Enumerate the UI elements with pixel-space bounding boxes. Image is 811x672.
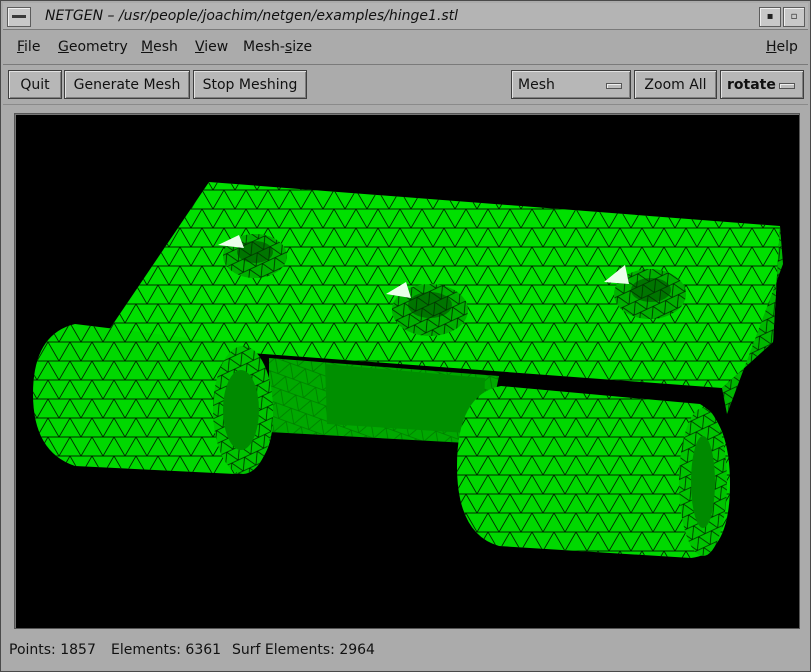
maximize-button[interactable]: ▫ — [783, 7, 805, 27]
view-select-value: Mesh — [518, 77, 555, 93]
left-knuckle — [33, 324, 273, 474]
menu-mesh[interactable]: Mesh — [141, 39, 178, 55]
generate-mesh-button[interactable]: Generate Mesh — [64, 70, 190, 99]
menu-view[interactable]: View — [195, 39, 228, 55]
right-knuckle — [457, 386, 730, 558]
window-menu-icon — [12, 15, 26, 18]
elements-count: Elements: 6361 — [111, 642, 222, 658]
toolbar: Quit Generate Mesh Stop Meshing Mesh Zoo… — [3, 66, 808, 105]
mode-select[interactable]: rotate — [720, 70, 804, 99]
menu-file[interactable]: File — [17, 39, 40, 55]
view-select[interactable]: Mesh — [511, 70, 631, 99]
window-title: NETGEN – /usr/people/joachim/netgen/exam… — [45, 8, 459, 24]
mode-select-value: rotate — [727, 77, 776, 93]
maximize-icon: ▫ — [790, 11, 798, 22]
title-bar[interactable]: NETGEN – /usr/people/joachim/netgen/exam… — [3, 3, 808, 30]
minimize-button[interactable]: ▪ — [759, 7, 781, 27]
window-menu-button[interactable] — [7, 7, 31, 27]
stop-meshing-button[interactable]: Stop Meshing — [193, 70, 307, 99]
menu-geometry[interactable]: Geometry — [58, 39, 128, 55]
option-menu-icon — [606, 83, 622, 89]
points-count: Points: 1857 — [9, 642, 96, 658]
minimize-icon: ▪ — [766, 11, 774, 22]
menu-mesh-size[interactable]: Mesh-size — [243, 39, 312, 55]
netgen-window: NETGEN – /usr/people/joachim/netgen/exam… — [0, 0, 811, 672]
mesh-render — [33, 182, 783, 558]
menu-help[interactable]: Help — [766, 39, 798, 55]
surface-elements-count: Surf Elements: 2964 — [232, 642, 375, 658]
option-menu-icon — [779, 83, 795, 89]
zoom-all-button[interactable]: Zoom All — [634, 70, 717, 99]
render-viewport[interactable] — [14, 113, 800, 629]
status-bar: Points: 1857 Elements: 6361 Surf Element… — [3, 637, 808, 665]
quit-button[interactable]: Quit — [8, 70, 62, 99]
menu-bar: File Geometry Mesh View Mesh-size Help — [3, 32, 808, 65]
